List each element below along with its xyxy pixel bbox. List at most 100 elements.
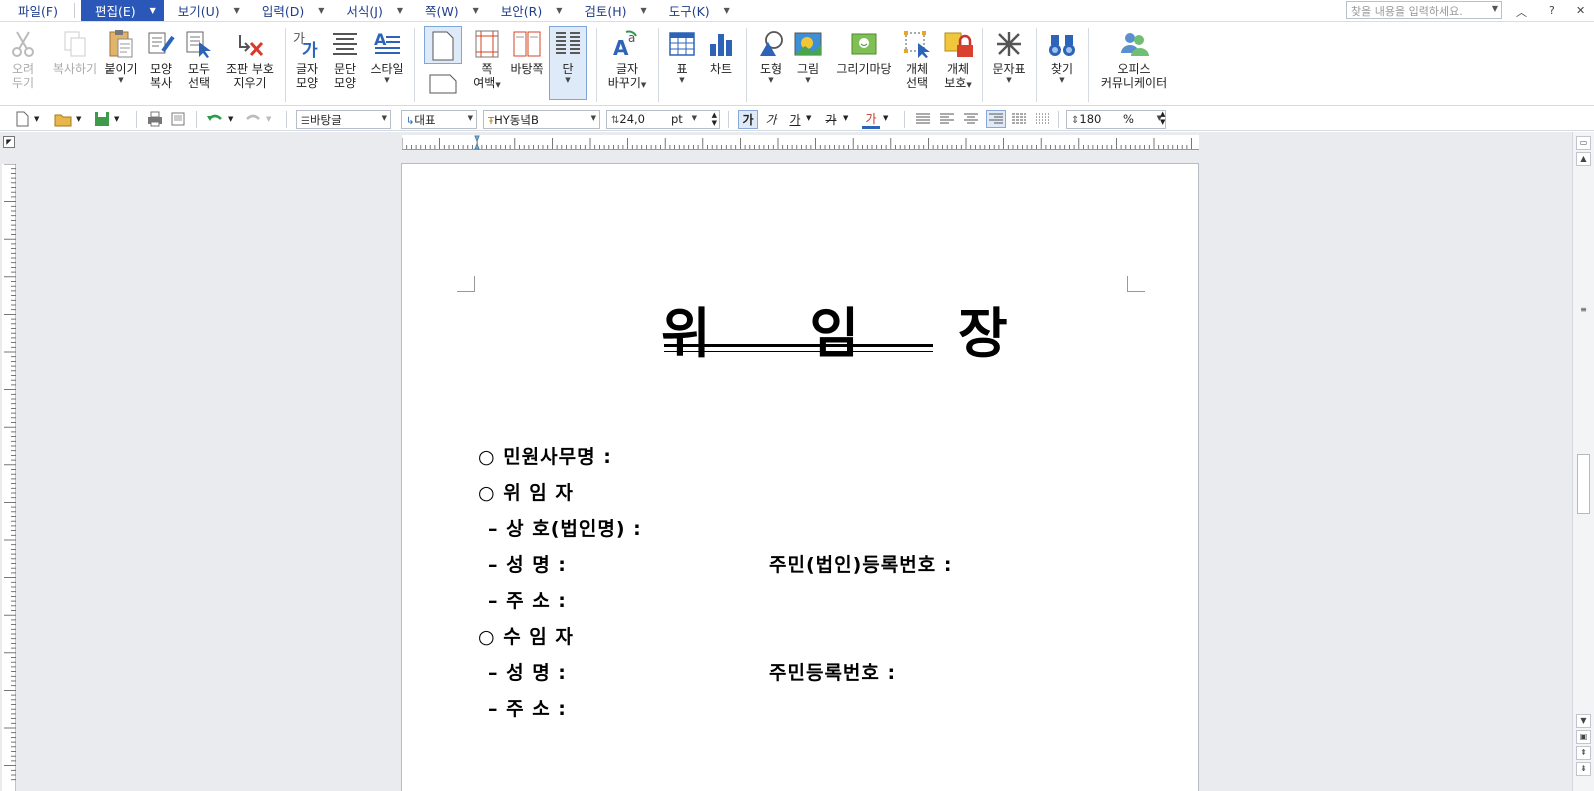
chart-button[interactable]: 차트 [705,26,737,76]
doc-line-civil-affair[interactable]: ○ 민원사무명 : [478,442,612,469]
split-view-icon[interactable]: ▭ [1576,136,1591,150]
menu-edit[interactable]: 편집(E) ▼ [80,0,164,21]
copy-button[interactable]: 복사하기 [45,26,105,76]
print-preview-button[interactable] [170,110,186,128]
chevron-down-icon[interactable]: ▼ [382,114,387,122]
menu-tools[interactable]: 도구(K) ▼ [655,0,738,21]
chevron-down-icon[interactable]: ▼ [34,115,39,123]
chevron-down-icon[interactable]: ▼ [641,6,647,15]
landscape-page-button[interactable] [428,66,458,102]
object-select-button[interactable]: 개체 선택 [900,26,934,90]
print-button[interactable] [146,110,164,128]
chevron-down-icon[interactable]: ▼ [1492,4,1498,13]
close-icon[interactable]: ✕ [1576,4,1585,17]
ribbon-collapse-icon[interactable]: ︿ [1516,4,1527,20]
align-center-button[interactable] [962,110,980,128]
chevron-down-icon[interactable]: ▼ [150,6,156,15]
menu-format[interactable]: 서식(J) ▼ [332,0,411,21]
strikethrough-button[interactable]: 가 [822,110,840,129]
chevron-down-icon[interactable]: ▼ [724,6,730,15]
chevron-down-icon[interactable]: ▼ [228,115,233,123]
find-button[interactable]: 찾기 ▼ [1046,26,1078,85]
page-view-icon[interactable]: ▣ [1576,730,1591,744]
chevron-down-icon[interactable]: ▼ [641,81,646,89]
vertical-scrollbar[interactable]: ▭ ▲ ≡ ▼ ▣ ⇞ ⇟ [1572,132,1594,791]
chevron-down-icon[interactable]: ▼ [1059,76,1064,85]
shape-button[interactable]: 도형 ▼ [754,26,788,85]
line-spacing-input[interactable]: ⇕180% ▼ [1066,110,1166,129]
format-copy-button[interactable]: 모양 복사 [146,26,176,90]
doc-line-delegatee-address[interactable]: – 주 소 : [488,694,567,721]
doc-line-delegator-name[interactable]: – 성 명 : [488,550,567,577]
stepper-icon[interactable]: ▲ ▼ [712,111,717,127]
chevron-down-icon[interactable]: ▼ [843,114,848,122]
replace-button[interactable]: Aa 글자 바꾸기▼ [604,26,650,90]
next-page-button[interactable]: ⇟ [1576,762,1591,776]
undo-button[interactable]: ▼ [206,110,233,128]
chevron-down-icon[interactable]: ▼ [468,114,473,122]
doc-line-delegator[interactable]: ○ 위 임 자 [478,478,574,505]
doc-line-delegator-address[interactable]: – 주 소 : [488,586,567,613]
language-select[interactable]: ↳대표 ▼ [401,110,477,129]
chevron-down-icon[interactable]: ▼ [495,81,500,89]
chevron-down-icon[interactable]: ▼ [692,114,697,122]
chevron-down-icon[interactable]: ▼ [234,6,240,15]
scroll-thumb[interactable] [1577,454,1590,514]
chevron-down-icon[interactable]: ▼ [397,6,403,15]
open-document-button[interactable]: ▼ [54,110,81,128]
horizontal-ruler[interactable] [401,135,1199,150]
chevron-down-icon[interactable]: ▼ [556,6,562,15]
align-right-button[interactable] [986,110,1006,128]
office-communicator-button[interactable]: 오피스 커뮤니케이터 [1096,26,1172,90]
symbols-button[interactable]: 문자표 ▼ [990,26,1028,85]
menu-security[interactable]: 보안(R) ▼ [487,0,571,21]
font-select[interactable]: ŦHY동녘B ▼ [483,110,600,129]
chevron-down-icon[interactable]: ▼ [384,76,389,85]
chevron-down-icon[interactable]: ▼ [768,76,773,85]
cut-button[interactable]: 오려 두기 [8,26,38,90]
document-page[interactable]: 위 임 장 ○ 민원사무명 : ○ 위 임 자 – 상 호(법인명) : – 성… [401,163,1199,791]
para-shape-button[interactable]: 문단 모양 [330,26,360,90]
doc-line-delegatee-name[interactable]: – 성 명 : [488,658,567,685]
page-margin-button[interactable]: 쪽 여백▼ [470,26,504,90]
style-select[interactable]: ☰바탕글 ▼ [296,110,391,129]
bold-button[interactable]: 가 [738,110,758,129]
draw-wizard-button[interactable]: 그리기마당 [832,26,896,76]
chevron-down-icon[interactable]: ▼ [76,115,81,123]
doc-line-corp-reg-number[interactable]: 주민(법인)등록번호 : [769,550,952,577]
chevron-down-icon[interactable]: ▼ [266,115,271,123]
chevron-down-icon[interactable]: ▼ [591,114,596,122]
scroll-up-button[interactable]: ▲ [1576,152,1591,166]
document-title[interactable]: 위 임 장 [661,289,1048,368]
doc-line-delegatee[interactable]: ○ 수 임 자 [478,622,574,649]
chevron-down-icon[interactable]: ▼ [118,76,123,85]
save-document-button[interactable]: ▼ [94,110,119,128]
font-color-button[interactable]: 가 [862,110,880,129]
chevron-down-icon[interactable]: ▼ [114,115,119,123]
vertical-ruler[interactable] [2,163,16,791]
doc-line-resident-reg-number[interactable]: 주민등록번호 : [769,658,896,685]
font-size-input[interactable]: ⇅24,0 pt ▼ ▲ ▼ [606,110,720,129]
chevron-down-icon[interactable]: ▼ [883,114,888,122]
style-button[interactable]: A 스타일 ▼ [368,26,406,85]
scroll-down-button[interactable]: ▼ [1576,714,1591,728]
previous-page-button[interactable]: ⇞ [1576,746,1591,760]
distribute-button[interactable] [1010,110,1028,128]
align-left-button[interactable] [938,110,956,128]
column-button[interactable]: 단 ▼ [552,26,584,85]
stepper-icon[interactable]: ▲ ▼ [1160,110,1165,128]
new-document-button[interactable]: ▼ [14,110,39,128]
chevron-down-icon[interactable]: ▼ [805,76,810,85]
justify-button[interactable] [914,110,932,128]
menu-insert[interactable]: 입력(D) ▼ [248,0,333,21]
chevron-down-icon[interactable]: ▼ [565,76,570,85]
divide-button[interactable] [1034,110,1052,128]
chevron-down-icon[interactable]: ▼ [318,6,324,15]
menu-page[interactable]: 쪽(W) ▼ [411,0,487,21]
chevron-down-icon[interactable]: ▼ [1006,76,1011,85]
menu-review[interactable]: 검토(H) ▼ [570,0,654,21]
object-protect-button[interactable]: 개체 보호▼ [940,26,976,90]
help-button[interactable]: ? [1549,4,1555,17]
picture-button[interactable]: 그림 ▼ [792,26,824,85]
chevron-down-icon[interactable]: ▼ [679,76,684,85]
